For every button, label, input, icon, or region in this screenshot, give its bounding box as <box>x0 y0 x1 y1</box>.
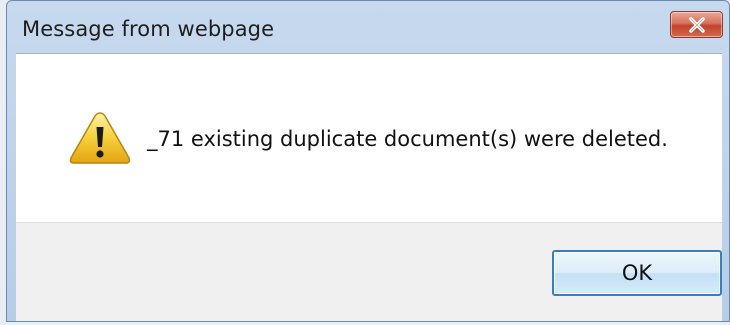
close-button[interactable] <box>670 11 723 38</box>
dialog-content: _71 existing duplicate document(s) were … <box>16 53 722 222</box>
dialog-title: Message from webpage <box>22 17 275 41</box>
message-dialog: Message from webpage _71 existing duplic… <box>6 0 730 322</box>
dialog-button-bar: OK <box>16 222 722 321</box>
dialog-message: _71 existing duplicate document(s) were … <box>147 127 668 151</box>
ok-button[interactable]: OK <box>552 250 722 296</box>
close-icon <box>688 16 705 33</box>
dialog-title-bar[interactable]: Message from webpage <box>7 1 729 53</box>
warning-icon <box>69 112 131 164</box>
